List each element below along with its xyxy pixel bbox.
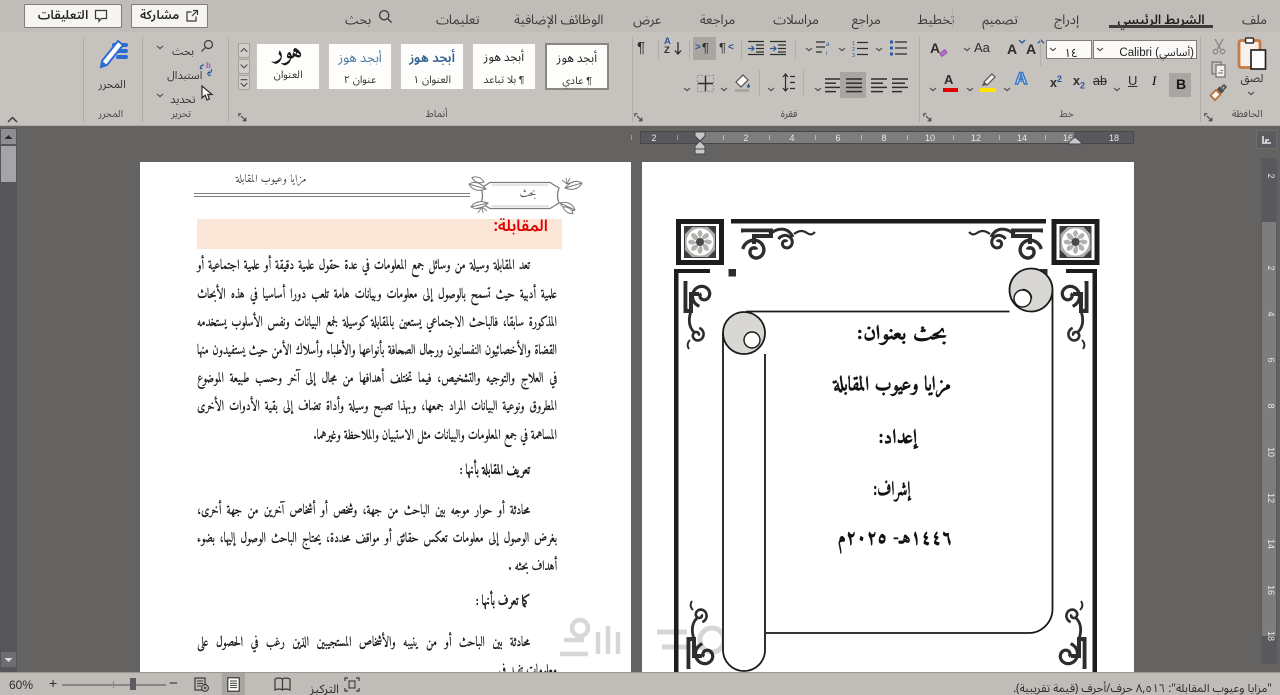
svg-text:i: i	[826, 51, 827, 56]
svg-text:a: a	[826, 42, 830, 48]
svg-text:3: 3	[852, 53, 855, 57]
